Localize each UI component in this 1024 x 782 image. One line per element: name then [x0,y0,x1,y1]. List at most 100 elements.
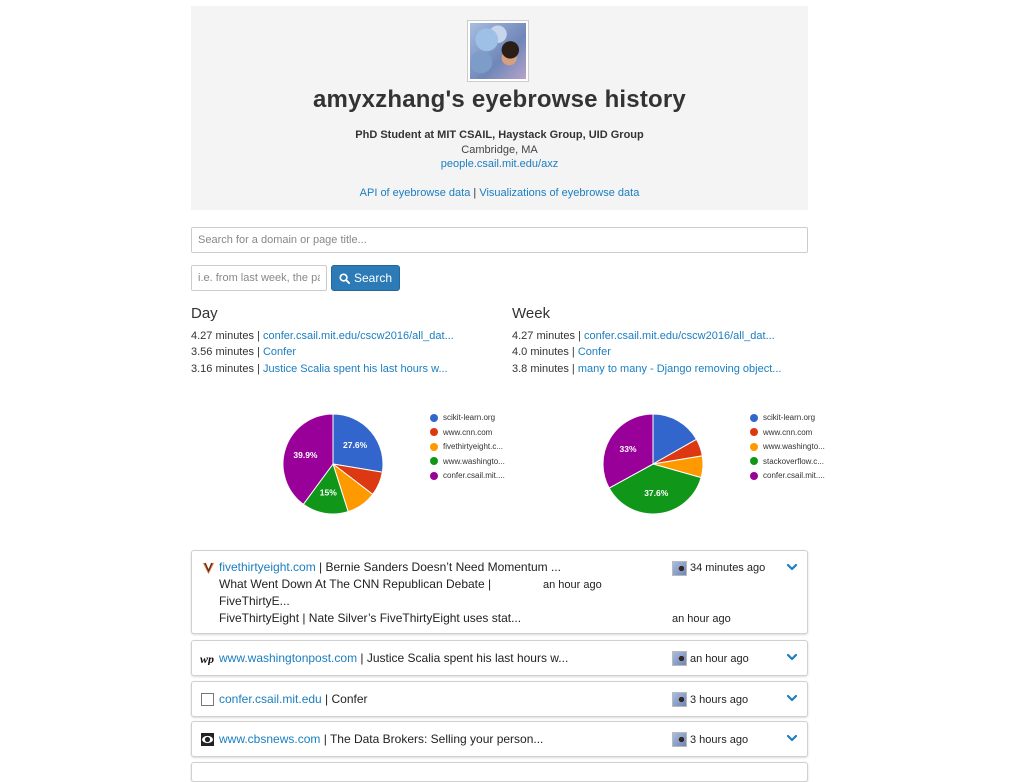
feed-page-title[interactable]: Bernie Sanders Doesn’t Need Momentum ... [326,560,561,574]
day-stat-2: 3.56 minutes | Confer [191,346,296,358]
week-stat-2: 4.0 minutes | Confer [512,346,611,358]
legend-label: www.cnn.com [763,427,813,437]
feed-item: confer.csail.mit.edu | Confer 3 hours ag… [191,681,808,717]
user-avatar[interactable] [672,561,687,576]
stat-duration: 3.56 minutes [191,346,254,358]
feed-page-title[interactable]: Justice Scalia spent his last hours w... [367,651,568,665]
legend-item: fivethirtyeight.c... [430,442,503,451]
chevron-down-icon[interactable] [786,732,798,744]
washington-post-icon: wp [200,652,214,665]
feed-entry-title: www.cbsnews.com | The Data Brokers: Sell… [219,732,543,746]
legend-item: confer.csail.mit.... [750,471,825,480]
search-input[interactable] [191,227,808,253]
stat-link[interactable]: confer.csail.mit.edu/cscw2016/all_dat... [263,330,454,342]
profile-subtitle: PhD Student at MIT CSAIL, Haystack Group… [355,129,644,141]
feed-entry-title: fivethirtyeight.com | Bernie Sanders Doe… [219,560,561,574]
legend-label: fivethirtyeight.c... [443,442,504,451]
chevron-down-icon[interactable] [786,651,798,663]
api-link[interactable]: API of eyebrowse data [360,187,471,199]
legend-label: confer.csail.mit.... [763,471,825,480]
stat-separator: | [253,363,263,375]
feed-item [191,762,808,782]
feed-item: fivethirtyeight.com | Bernie Sanders Doe… [191,550,808,634]
feed-separator: | [357,651,367,665]
avatar-image [470,23,526,79]
week-heading: Week [512,305,551,322]
profile-link[interactable]: people.csail.mit.edu/axz [441,158,558,170]
legend-label: scikit-learn.org [763,413,816,422]
pie-slice-label: 27.6% [343,440,368,450]
legend-label: www.cnn.com [443,427,493,437]
chevron-down-icon[interactable] [786,561,798,573]
api-links: API of eyebrowse data | Visualizations o… [191,187,808,199]
feed-domain-link[interactable]: confer.csail.mit.edu [219,692,322,706]
user-avatar[interactable] [672,651,687,666]
legend-label: confer.csail.mit.... [443,471,505,480]
feed-timestamp: an hour ago [690,653,749,665]
feed-subentry-timestamp: an hour ago [543,579,602,591]
legend-swatch [430,471,438,480]
feed-subentry-timestamp: an hour ago [672,613,731,625]
search-button[interactable]: Search [331,265,400,291]
feed-separator: | [315,560,326,574]
legend-swatch [430,457,438,465]
stat-separator: | [253,330,263,342]
stat-duration: 3.8 minutes [512,363,569,375]
fivethirtyeight-icon [203,562,214,574]
feed-page-title[interactable]: The Data Brokers: Selling your person... [330,732,543,746]
feed-separator: | [320,732,330,746]
legend-item: www.washingto... [750,442,825,451]
search-button-label: Search [353,271,393,285]
legend-swatch [750,442,758,451]
legend-swatch [750,471,758,480]
legend-item: scikit-learn.org [750,413,815,422]
legend-swatch [430,413,438,422]
week-stat-3: 3.8 minutes | many to many - Django remo… [512,363,781,375]
stat-link[interactable]: Justice Scalia spent his last hours w... [263,363,448,375]
stat-link[interactable]: Confer [263,346,296,358]
feed-subentry-title[interactable]: What Went Down At The CNN Republican Deb… [219,577,491,591]
stat-duration: 3.16 minutes [191,363,254,375]
day-stat-1: 4.27 minutes | confer.csail.mit.edu/cscw… [191,330,454,342]
feed-timestamp: 3 hours ago [690,734,749,746]
feed-subentry-title[interactable]: FiveThirtyEight | Nate Silver’s FiveThir… [219,611,521,625]
legend-label: www.washingto... [443,456,505,466]
chevron-down-icon[interactable] [786,692,798,704]
day-stat-3: 3.16 minutes | Justice Scalia spent his … [191,363,448,375]
svg-text:wp: wp [200,652,214,665]
visualizations-link[interactable]: Visualizations of eyebrowse data [479,187,639,199]
feed-entry-title: confer.csail.mit.edu | Confer [219,692,368,706]
pie-slice-label: 33% [620,444,637,454]
feed-domain-link[interactable]: www.washingtonpost.com [219,651,357,665]
profile-location: Cambridge, MA [461,144,538,156]
stat-link[interactable]: confer.csail.mit.edu/cscw2016/all_dat... [584,330,775,342]
user-avatar[interactable] [672,732,687,747]
legend-item: www.washingto... [430,457,505,466]
link-separator: | [470,187,480,199]
legend-item: www.cnn.com [430,428,492,437]
stat-separator: | [253,346,263,358]
feed-entry-title: www.washingtonpost.com | Justice Scalia … [219,651,568,665]
feed-domain-link[interactable]: fivethirtyeight.com [219,560,316,574]
feed-domain-link[interactable]: www.cbsnews.com [219,732,320,746]
stat-separator: | [568,346,578,358]
blank-page-icon [201,693,214,706]
legend-item: stackoverflow.c... [750,457,824,466]
legend-item: scikit-learn.org [430,413,495,422]
feed-page-title[interactable]: Confer [332,692,368,706]
stat-link[interactable]: many to many - Django removing object... [578,363,782,375]
legend-item: confer.csail.mit.... [430,471,505,480]
search-icon [339,272,350,284]
feed-subentry-title-cont[interactable]: FiveThirtyE... [219,594,290,608]
stat-link[interactable]: Confer [578,346,611,358]
legend-swatch [430,442,438,451]
date-range-input[interactable] [191,265,327,291]
legend-label: www.washingto... [763,442,825,451]
stat-duration: 4.27 minutes [512,330,575,342]
legend-label: stackoverflow.c... [763,456,824,466]
feed-timestamp: 3 hours ago [690,694,749,706]
profile-avatar [467,20,529,82]
pie-slice-label: 39.9% [293,450,318,460]
cbs-news-icon [201,733,214,746]
user-avatar[interactable] [672,692,687,707]
